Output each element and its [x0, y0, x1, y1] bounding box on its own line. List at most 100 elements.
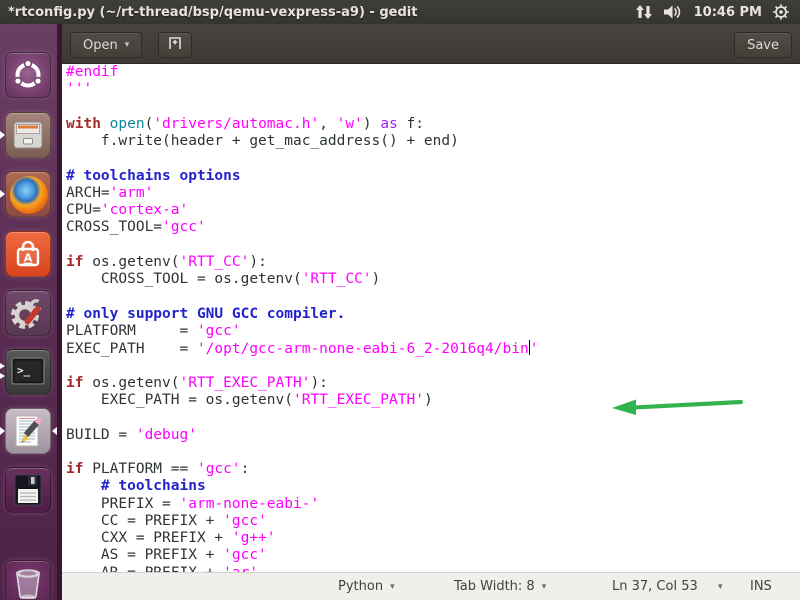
launcher-item-firefox[interactable]: [0, 171, 57, 219]
code-token: :: [241, 461, 250, 477]
launcher-item-terminal[interactable]: >_: [0, 349, 57, 397]
network-arrows-icon[interactable]: [635, 4, 653, 20]
code-line: ''': [66, 81, 538, 98]
code-token: (: [145, 116, 154, 132]
code-token: # toolchains options: [66, 168, 241, 184]
code-token: [66, 478, 101, 494]
top-panel: *rtconfig.py (~/rt-thread/bsp/qemu-vexpr…: [0, 0, 800, 24]
code-token: 'RTT_EXEC_PATH': [293, 392, 424, 408]
code-line: # only support GNU GCC compiler.: [66, 306, 538, 323]
code-content: #endif''' with open('drivers/automac.h',…: [66, 64, 538, 572]
volume-icon[interactable]: [663, 4, 684, 20]
file-cabinet-icon: [5, 112, 51, 158]
code-token: PLATFORM ==: [83, 461, 197, 477]
terminal-icon: >_: [5, 349, 51, 395]
code-line: [66, 288, 538, 305]
code-token: if: [66, 254, 83, 270]
open-button[interactable]: Open ▾: [70, 32, 142, 58]
cursor-position-label: Ln 37, Col 53: [612, 579, 698, 594]
code-token: BUILD =: [66, 427, 136, 443]
launcher-item-files[interactable]: [0, 112, 57, 160]
code-token: 'arm': [110, 185, 154, 201]
code-token: 'ar': [223, 565, 258, 572]
svg-text:>_: >_: [17, 364, 31, 377]
focused-arrow: [52, 427, 57, 435]
code-token: open: [110, 116, 145, 132]
ubuntu-logo-icon: [5, 52, 51, 98]
launcher-item-settings[interactable]: [0, 290, 57, 338]
save-button[interactable]: Save: [734, 32, 792, 58]
launcher-item-text-editor[interactable]: [0, 408, 57, 456]
code-line: PLATFORM = 'gcc': [66, 323, 538, 340]
code-token: '/opt/gcc-arm-none-eabi-6_2-2016q4/bin: [197, 341, 529, 357]
code-line: PREFIX = 'arm-none-eabi-': [66, 496, 538, 513]
code-line: [66, 444, 538, 461]
launcher-item-trash[interactable]: [0, 560, 57, 600]
code-token: 'RTT_CC': [302, 271, 372, 287]
code-line: [66, 409, 538, 426]
code-token: 'RTT_CC': [180, 254, 250, 270]
code-token: ): [372, 271, 381, 287]
gear-wrench-icon: [5, 290, 51, 336]
code-line: [66, 150, 538, 167]
trash-can-icon: [5, 560, 51, 600]
code-token: ):: [310, 375, 327, 391]
code-line: CROSS_TOOL='gcc': [66, 219, 538, 236]
code-line: # toolchains: [66, 478, 538, 495]
svg-text:A: A: [24, 252, 33, 265]
insert-mode-indicator: INS: [750, 573, 772, 600]
code-token: as: [380, 116, 397, 132]
code-token: AS = PREFIX +: [66, 547, 223, 563]
launcher-item-software[interactable]: A: [0, 231, 57, 279]
code-token: f:: [398, 116, 424, 132]
new-document-button[interactable]: [158, 32, 192, 58]
code-token: 'gcc': [197, 323, 241, 339]
code-token: 'debug': [136, 427, 197, 443]
save-button-label: Save: [747, 38, 779, 53]
chevron-down-icon: ▾: [542, 582, 547, 592]
insert-mode-label: INS: [750, 579, 772, 594]
code-token: ): [363, 116, 380, 132]
code-token: 'drivers/automac.h': [153, 116, 319, 132]
goto-line-dropdown[interactable]: ▾: [718, 573, 723, 600]
code-token: os.getenv(: [83, 254, 179, 270]
code-token: ARCH=: [66, 185, 110, 201]
code-token: ,: [319, 116, 336, 132]
code-token: ): [424, 392, 433, 408]
code-token: ):: [249, 254, 266, 270]
code-token: CPU=: [66, 202, 101, 218]
code-token: 'RTT_EXEC_PATH': [180, 375, 311, 391]
code-token: 'gcc': [162, 219, 206, 235]
code-token: if: [66, 375, 83, 391]
session-gear-icon[interactable]: [772, 3, 790, 21]
language-selector[interactable]: Python ▾: [338, 573, 395, 600]
new-tab-icon: [167, 35, 183, 55]
code-token: CROSS_TOOL=: [66, 219, 162, 235]
code-line: [66, 237, 538, 254]
code-token: if: [66, 461, 83, 477]
code-line: CXX = PREFIX + 'g++': [66, 530, 538, 547]
code-line: if os.getenv('RTT_EXEC_PATH'):: [66, 375, 538, 392]
clock[interactable]: 10:46 PM: [694, 5, 762, 20]
code-line: f.write(header + get_mac_address() + end…: [66, 133, 538, 150]
code-token: 'gcc': [223, 547, 267, 563]
window-title: *rtconfig.py (~/rt-thread/bsp/qemu-vexpr…: [0, 5, 417, 20]
annotation-green-arrow: [608, 395, 746, 423]
code-token: AR = PREFIX +: [66, 565, 223, 572]
tab-width-selector[interactable]: Tab Width: 8 ▾: [454, 573, 546, 600]
code-token: # toolchains: [101, 478, 206, 494]
code-line: CPU='cortex-a': [66, 202, 538, 219]
chevron-down-icon: ▾: [390, 582, 395, 592]
code-token: 'g++': [232, 530, 276, 546]
code-token: CC = PREFIX +: [66, 513, 223, 529]
code-token: f.write(header + get_mac_address() + end…: [66, 133, 459, 149]
launcher-item-dash[interactable]: [0, 52, 57, 100]
code-token: 'gcc': [223, 513, 267, 529]
code-token: ': [530, 341, 539, 357]
cursor-position: Ln 37, Col 53: [612, 573, 698, 600]
unity-launcher: A >_: [0, 24, 62, 600]
code-line: CC = PREFIX + 'gcc': [66, 513, 538, 530]
editor-text-area[interactable]: #endif''' with open('drivers/automac.h',…: [62, 64, 800, 572]
launcher-item-floppy[interactable]: [0, 467, 57, 515]
code-token: 'arm-none-eabi-': [180, 496, 320, 512]
